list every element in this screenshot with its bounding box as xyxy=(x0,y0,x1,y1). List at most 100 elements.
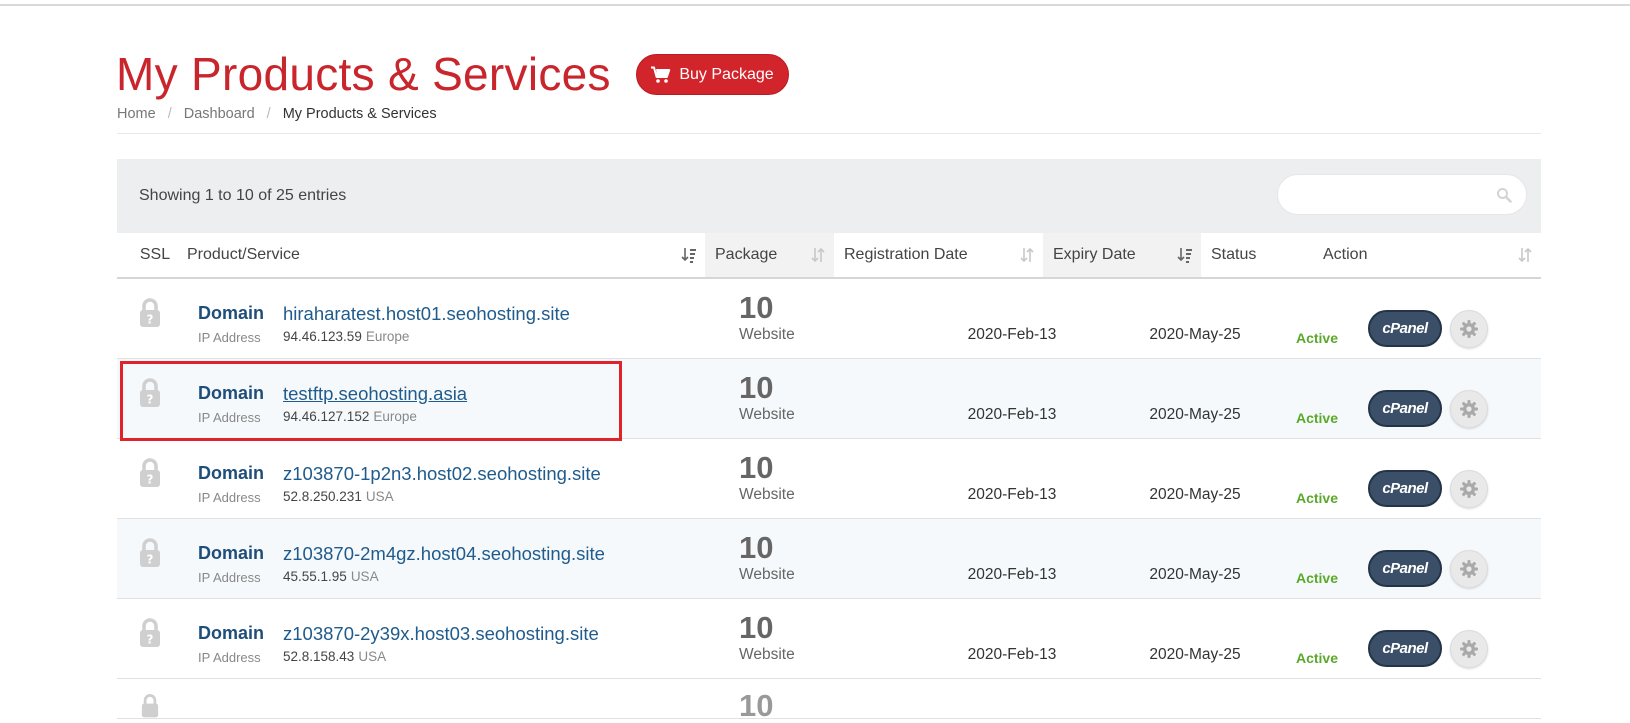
ip-address-label: IP Address xyxy=(198,570,261,585)
table-row: ? Domain z103870-2y39x.host03.seohosting… xyxy=(117,599,1541,679)
settings-button[interactable] xyxy=(1450,390,1488,428)
ip-address-value: 94.46.123.59 Europe xyxy=(283,329,409,344)
entries-info: Showing 1 to 10 of 25 entries xyxy=(139,187,347,204)
column-action[interactable]: Action xyxy=(1311,233,1541,277)
sort-icon[interactable] xyxy=(1019,246,1035,264)
cpanel-button[interactable]: cPanel xyxy=(1368,630,1442,667)
search-box[interactable] xyxy=(1277,174,1527,215)
sort-desc-icon[interactable] xyxy=(681,246,697,264)
breadcrumb-home[interactable]: Home xyxy=(117,106,156,122)
expiry-date: 2020-May-25 xyxy=(1149,326,1241,343)
expiry-date: 2020-May-25 xyxy=(1149,566,1241,583)
domain-link[interactable]: z103870-2y39x.host03.seohosting.site xyxy=(283,623,599,645)
status-badge: Active xyxy=(1295,570,1339,586)
settings-button[interactable] xyxy=(1450,310,1488,348)
sort-desc-icon[interactable] xyxy=(1177,246,1193,264)
cpanel-button[interactable]: cPanel xyxy=(1368,470,1442,507)
ip-region: USA xyxy=(358,649,387,664)
ip-address-value: 52.8.158.43 USA xyxy=(283,649,386,664)
gear-icon xyxy=(1460,320,1478,338)
column-product-service-label: Product/Service xyxy=(187,246,300,263)
package-count: 10 xyxy=(739,688,774,723)
product-type-label: Domain xyxy=(198,543,265,563)
buy-package-button[interactable]: Buy Package xyxy=(636,54,789,95)
status-badge: Active xyxy=(1295,490,1339,506)
column-package[interactable]: Package xyxy=(705,233,834,277)
cpanel-label: cPanel xyxy=(1382,400,1428,417)
column-registration-date[interactable]: Registration Date xyxy=(834,233,1043,277)
package-count: 10 xyxy=(739,610,774,645)
product-type-label: Domain xyxy=(198,303,265,323)
ip-address: 52.8.158.43 xyxy=(283,649,355,664)
breadcrumb-current: My Products & Services xyxy=(282,106,437,122)
table-header: SSL Product/Service Package Registration… xyxy=(117,233,1541,279)
ip-region: USA xyxy=(350,569,379,584)
ip-address-label: IP Address xyxy=(198,650,261,665)
svg-text:?: ? xyxy=(147,473,154,487)
package-count: 10 xyxy=(739,450,774,485)
svg-text:?: ? xyxy=(147,313,154,327)
registration-date: 2020-Feb-13 xyxy=(967,406,1057,423)
column-status-label: Status xyxy=(1211,246,1257,263)
breadcrumb-separator: / xyxy=(266,106,271,122)
gear-icon xyxy=(1460,480,1478,498)
column-expiry-date-label: Expiry Date xyxy=(1053,246,1136,263)
table-row: ? Domain z103870-1p2n3.host02.seohosting… xyxy=(117,439,1541,519)
lock-icon: ? xyxy=(140,298,160,327)
package-type: Website xyxy=(739,326,795,343)
product-type-label: Domain xyxy=(198,383,265,403)
lock-icon xyxy=(141,694,159,718)
settings-button[interactable] xyxy=(1450,550,1488,588)
ip-address: 94.46.123.59 xyxy=(283,329,362,344)
breadcrumb-separator: / xyxy=(167,106,172,122)
ip-address: 94.46.127.152 xyxy=(283,409,370,424)
table-row-partial: 10 xyxy=(117,679,1541,723)
product-type-label: Domain xyxy=(198,623,265,643)
cpanel-button[interactable]: cPanel xyxy=(1368,550,1442,587)
column-expiry-date[interactable]: Expiry Date xyxy=(1043,233,1201,277)
search-icon[interactable] xyxy=(1496,187,1512,203)
sort-icon[interactable] xyxy=(1517,246,1533,264)
product-type-label: Domain xyxy=(198,463,265,483)
breadcrumb-dashboard[interactable]: Dashboard xyxy=(184,106,255,122)
domain-link[interactable]: hiraharatest.host01.seohosting.site xyxy=(283,303,570,325)
column-package-label: Package xyxy=(715,246,778,263)
domain-link[interactable]: z103870-1p2n3.host02.seohosting.site xyxy=(283,463,601,485)
ip-address-value: 52.8.250.231 USA xyxy=(283,489,394,504)
products-table: Showing 1 to 10 of 25 entries SSL Produc… xyxy=(117,159,1541,723)
package-count: 10 xyxy=(739,290,774,325)
search-input[interactable] xyxy=(1292,183,1482,207)
package-type: Website xyxy=(739,646,795,663)
settings-button[interactable] xyxy=(1450,630,1488,668)
column-ssl-label: SSL xyxy=(139,246,171,263)
svg-text:?: ? xyxy=(147,633,154,647)
cpanel-label: cPanel xyxy=(1382,640,1428,657)
column-ssl: SSL xyxy=(117,233,187,277)
ip-region: Europe xyxy=(373,409,417,424)
ip-address-label: IP Address xyxy=(198,490,261,505)
cpanel-button[interactable]: cPanel xyxy=(1368,310,1442,347)
registration-date: 2020-Feb-13 xyxy=(967,566,1057,583)
ip-address-value: 45.55.1.95 USA xyxy=(283,569,379,584)
column-action-label: Action xyxy=(1323,246,1368,263)
package-count: 10 xyxy=(739,530,774,565)
svg-text:?: ? xyxy=(147,553,154,567)
table-toolbar: Showing 1 to 10 of 25 entries xyxy=(117,159,1541,233)
cpanel-button[interactable]: cPanel xyxy=(1368,390,1442,427)
lock-icon: ? xyxy=(140,618,160,647)
domain-link[interactable]: z103870-2m4gz.host04.seohosting.site xyxy=(283,543,605,565)
cart-icon xyxy=(651,66,671,83)
status-badge: Active xyxy=(1295,410,1339,426)
sort-icon[interactable] xyxy=(810,246,826,264)
ip-region: Europe xyxy=(365,329,410,344)
column-product-service[interactable]: Product/Service xyxy=(187,233,705,277)
gear-icon xyxy=(1460,400,1478,418)
page-title: My Products & Services xyxy=(116,48,611,100)
lock-icon: ? xyxy=(140,538,160,567)
domain-link[interactable]: testftp.seohosting.asia xyxy=(283,383,467,405)
settings-button[interactable] xyxy=(1450,470,1488,508)
svg-text:?: ? xyxy=(147,393,154,407)
table-row: ? Domain testftp.seohosting.asia IP Addr… xyxy=(117,359,1541,439)
registration-date: 2020-Feb-13 xyxy=(967,486,1057,503)
table-body: ? Domain hiraharatest.host01.seohosting.… xyxy=(117,279,1541,679)
